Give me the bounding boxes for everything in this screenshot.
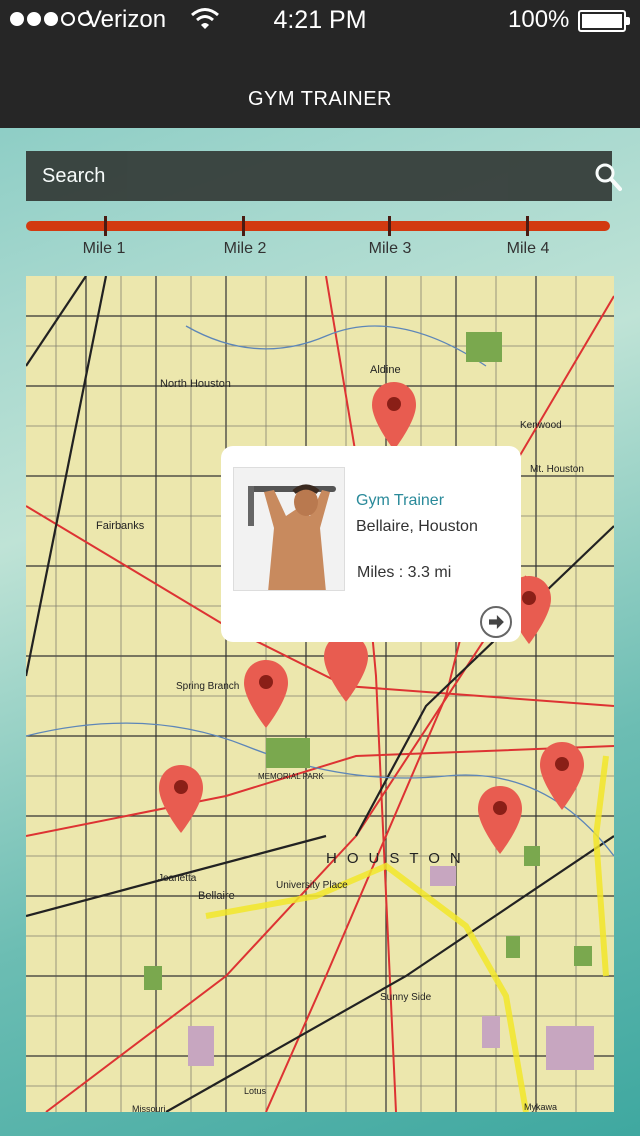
map-label-aldine: Aldine	[370, 364, 401, 376]
map-label-memorial-park: MEMORIAL PARK	[258, 772, 324, 781]
map-label-mt-houston: Mt. Houston	[530, 464, 584, 475]
battery-percent: 100%	[508, 6, 570, 33]
trainer-photo	[233, 467, 345, 591]
arrow-right-icon[interactable]	[480, 606, 512, 638]
map-pin-icon[interactable]	[476, 784, 524, 856]
distance-slider[interactable]: Mile 1 Mile 2 Mile 3 Mile 4	[26, 214, 612, 257]
mile-label-1: Mile 1	[82, 240, 126, 257]
slider-tick-1	[104, 216, 107, 236]
map-label-kenwood: Kenwood	[520, 420, 562, 431]
mile-label-3: Mile 3	[368, 240, 412, 257]
slider-track[interactable]	[26, 221, 610, 231]
slider-tick-4	[526, 216, 529, 236]
gym-location: Bellaire, Houston	[356, 518, 478, 535]
map-label-houston: HOUSTON	[326, 850, 471, 867]
map-pin-icon[interactable]	[370, 380, 418, 452]
map-pin-icon[interactable]	[242, 658, 290, 730]
slider-tick-3	[388, 216, 391, 236]
map-label-missouri: Missouri	[132, 1104, 166, 1112]
map-label-jeanetta: Jeanetta	[158, 873, 197, 884]
status-bar: Verizon 4:21 PM 100%	[0, 0, 640, 40]
map-pin-icon[interactable]	[157, 763, 205, 835]
page-title: GYM TRAINER	[247, 88, 393, 110]
map-pin-icon[interactable]	[538, 740, 586, 812]
map-label-lotus: Lotus	[244, 1086, 267, 1096]
search-icon[interactable]	[592, 161, 624, 193]
mile-label-2: Mile 2	[223, 240, 267, 257]
slider-tick-2	[242, 216, 245, 236]
map-view[interactable]: Aldine North Houston Fairbanks Spring Br…	[26, 276, 614, 1112]
map-label-university-place: University Place	[276, 880, 348, 891]
map-label-fairbanks: Fairbanks	[96, 520, 145, 532]
top-bar: Verizon 4:21 PM 100% GYM TRAINER	[0, 0, 640, 128]
map-label-sunny-side: Sunny Side	[380, 992, 432, 1003]
battery-icon	[578, 10, 630, 32]
map-label-mykawa: Mykawa	[524, 1102, 558, 1112]
gym-name[interactable]: Gym Trainer	[356, 492, 444, 510]
gym-info-popup[interactable]: Gym Trainer Bellaire, Houston Miles : 3.…	[221, 446, 521, 642]
map-label-bellaire: Bellaire	[198, 890, 235, 902]
map-label-spring-branch: Spring Branch	[176, 681, 240, 692]
map-pin-icon[interactable]	[322, 632, 370, 704]
search-bar	[26, 151, 622, 201]
map-label-north-houston: North Houston	[160, 378, 231, 390]
search-input[interactable]	[26, 151, 566, 201]
mile-label-4: Mile 4	[506, 240, 550, 257]
map-background	[26, 276, 614, 1112]
gym-distance: Miles : 3.3 mi	[357, 564, 452, 581]
